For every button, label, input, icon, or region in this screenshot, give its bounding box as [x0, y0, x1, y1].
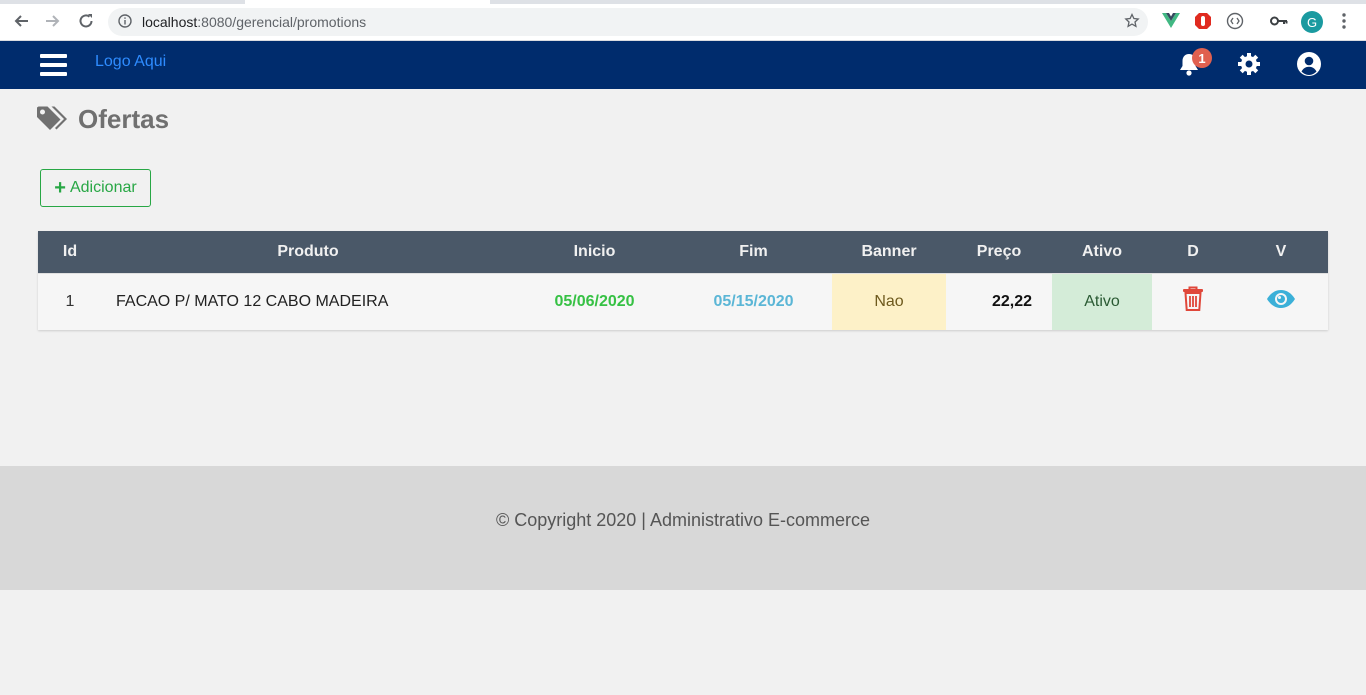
- header-banner: Banner: [832, 231, 946, 273]
- add-button-label: Adicionar: [69, 179, 137, 196]
- page-title: Ofertas: [78, 104, 170, 134]
- cell-view: [1234, 272, 1328, 330]
- app-navbar: Logo Aqui: [0, 41, 1366, 89]
- address-bar[interactable]: localhost:8080/gerencial/promotions: [108, 8, 1148, 36]
- logo-link[interactable]: Logo Aqui: [95, 53, 166, 71]
- bookmark-star-icon[interactable]: [1124, 12, 1140, 34]
- header-ativo: Ativo: [1052, 231, 1152, 273]
- browser-toolbar: localhost:8080/gerencial/promotions G: [0, 0, 1366, 41]
- url-host: localhost: [142, 14, 198, 30]
- cell-delete: [1152, 272, 1234, 330]
- tags-icon: [37, 106, 67, 130]
- reload-button[interactable]: [76, 11, 96, 31]
- extension-code-icon[interactable]: [1225, 11, 1245, 31]
- add-button[interactable]: + Adicionar: [40, 169, 151, 207]
- cell-ativo: Ativo: [1052, 272, 1152, 330]
- header-fim: Fim: [675, 231, 832, 273]
- table-header-row: Id Produto Inicio Fim Banner Preço Ativo…: [38, 231, 1328, 273]
- cell-preco: 22,22: [946, 272, 1052, 330]
- cell-fim: 05/15/2020: [675, 272, 832, 330]
- key-icon[interactable]: [1269, 11, 1289, 31]
- info-icon[interactable]: [118, 14, 132, 33]
- arrow-left-icon: [14, 15, 28, 27]
- cell-produto: FACAO P/ MATO 12 CABO MADEIRA: [102, 272, 514, 330]
- cell-banner: Nao: [832, 272, 946, 330]
- forward-button[interactable]: [43, 11, 63, 31]
- header-inicio: Inicio: [514, 231, 675, 273]
- trash-icon[interactable]: [1182, 286, 1204, 312]
- header-id: Id: [38, 231, 102, 273]
- settings-gear-icon[interactable]: [1236, 51, 1262, 77]
- copyright-text: © Copyright 2020 | Administrativo E-comm…: [495, 510, 871, 530]
- promotions-table: Id Produto Inicio Fim Banner Preço Ativo…: [38, 231, 1328, 330]
- header-produto: Produto: [102, 231, 514, 273]
- back-button[interactable]: [11, 11, 31, 31]
- notification-count-badge: 1: [1192, 48, 1212, 68]
- footer: © Copyright 2020 | Administrativo E-comm…: [0, 466, 1366, 590]
- arrow-right-icon: [46, 15, 60, 27]
- plus-icon: +: [54, 177, 66, 199]
- header-view: V: [1234, 231, 1328, 273]
- eye-icon[interactable]: [1266, 289, 1296, 309]
- url-path: :8080/gerencial/promotions: [197, 14, 367, 30]
- cell-inicio: 05/06/2020: [514, 272, 675, 330]
- hamburger-menu-icon[interactable]: [40, 54, 67, 77]
- cell-id: 1: [38, 272, 102, 330]
- page-header: Ofertas: [36, 104, 169, 135]
- more-menu-icon[interactable]: [1334, 11, 1354, 31]
- reload-icon: [79, 14, 93, 28]
- url-text: localhost:8080/gerencial/promotions: [142, 14, 366, 30]
- vue-devtools-icon[interactable]: [1161, 11, 1181, 31]
- tab-strip: [0, 0, 1366, 4]
- adblock-icon[interactable]: [1193, 11, 1213, 31]
- profile-avatar[interactable]: G: [1301, 11, 1323, 33]
- table-row: 1 FACAO P/ MATO 12 CABO MADEIRA 05/06/20…: [38, 272, 1328, 330]
- user-account-icon[interactable]: [1296, 51, 1322, 77]
- header-delete: D: [1152, 231, 1234, 273]
- header-preco: Preço: [946, 231, 1052, 273]
